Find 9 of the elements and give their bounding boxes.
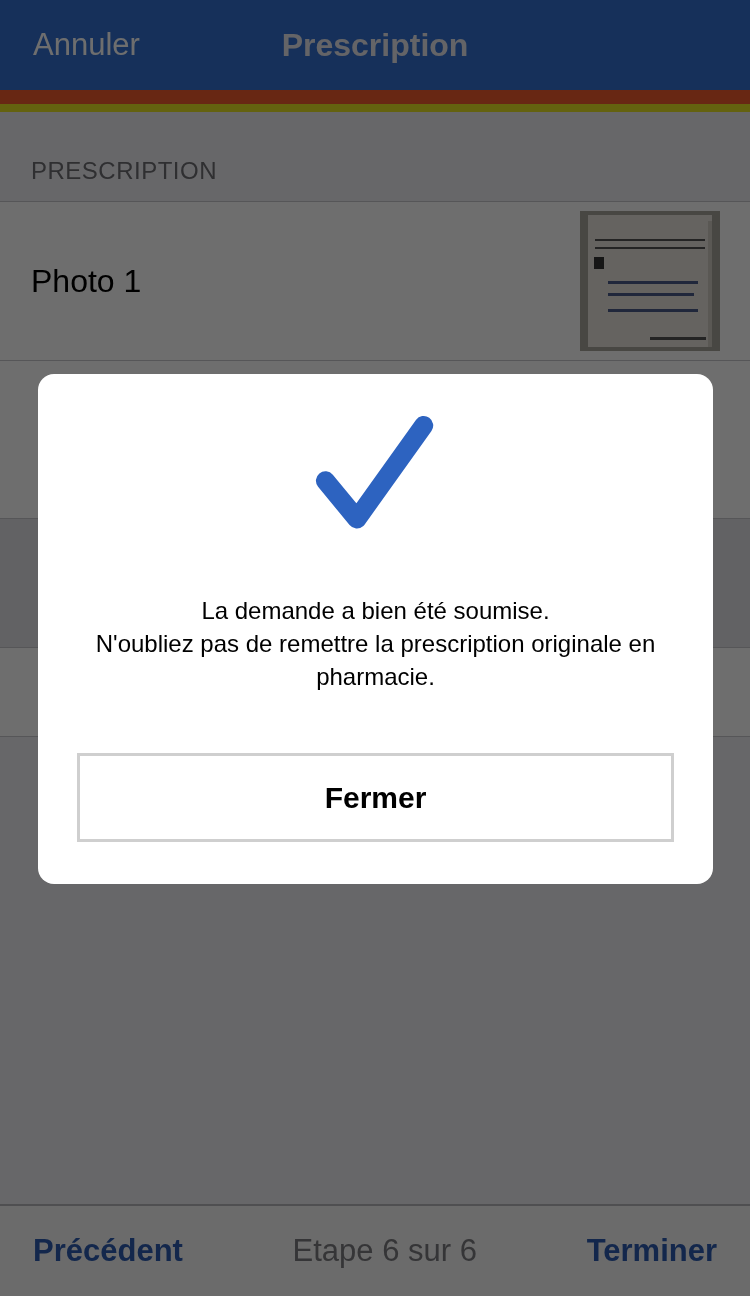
screen-title: Prescription	[281, 26, 469, 64]
previous-link[interactable]: Précédent	[33, 1233, 183, 1269]
row-label: Photo 1	[31, 262, 142, 300]
finish-link[interactable]: Terminer	[586, 1233, 717, 1269]
section-header: PRESCRIPTION	[31, 157, 218, 185]
close-button[interactable]: Fermer	[77, 753, 674, 842]
dialog-message: La demande a bien été soumise.	[200, 596, 551, 626]
cancel-link[interactable]: Annuler	[33, 27, 140, 63]
dialog-message: N'oubliez pas de remettre la prescription originale en pharmacie.	[95, 629, 656, 692]
